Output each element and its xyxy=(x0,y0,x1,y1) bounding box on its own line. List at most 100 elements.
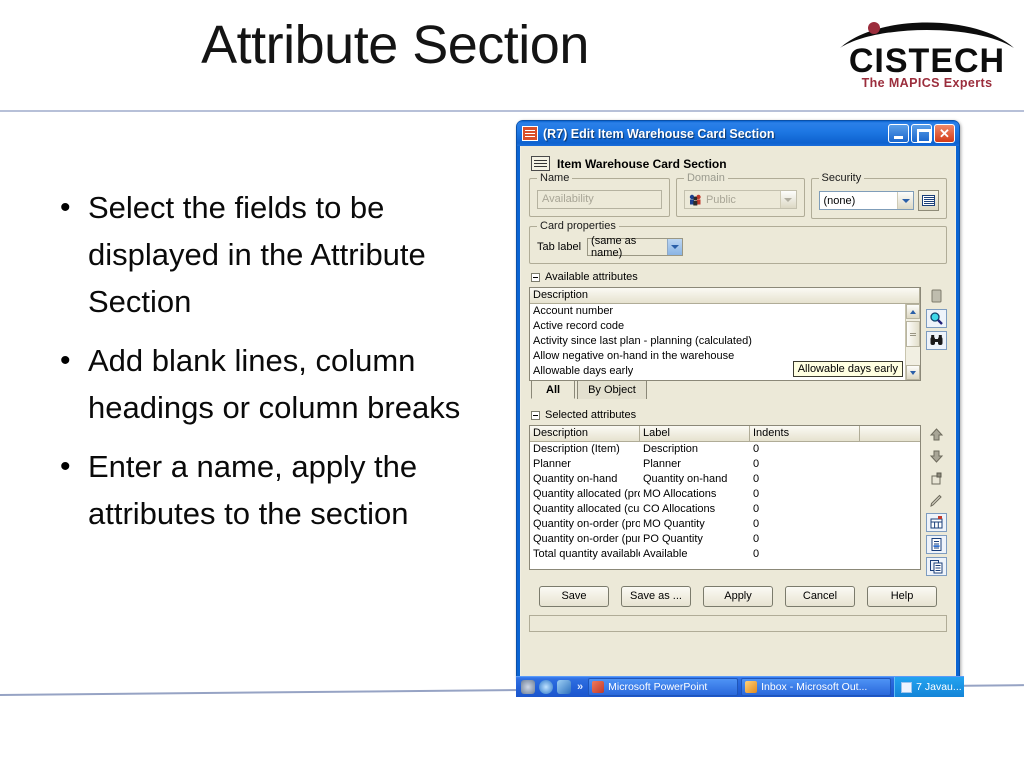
tab-label-row: Tab label (same as name) xyxy=(537,235,939,259)
selected-attributes-panel: Description Label Indents Description (I… xyxy=(529,425,947,576)
list-item[interactable]: Alpha factor xyxy=(530,379,920,381)
taskbar-item-powerpoint[interactable]: Microsoft PowerPoint xyxy=(588,678,739,696)
cistech-logo: CISTECH The MAPICS Experts xyxy=(832,8,1022,92)
cell-label: Available xyxy=(643,548,688,560)
tab-by-object[interactable]: By Object xyxy=(577,380,647,399)
maximize-button[interactable] xyxy=(911,124,932,143)
available-attributes-section-toggle[interactable]: Available attributes xyxy=(531,271,947,283)
insert-blank-line-icon[interactable] xyxy=(926,535,947,554)
cancel-button[interactable]: Cancel xyxy=(785,586,855,607)
available-attributes-listbox[interactable]: Description Account number Active record… xyxy=(529,287,921,381)
minimize-button[interactable] xyxy=(888,124,909,143)
tab-label-combo[interactable]: (same as name) xyxy=(587,235,684,259)
table-row[interactable]: Planner Planner 0 xyxy=(530,457,920,472)
scroll-thumb[interactable] xyxy=(906,321,920,347)
system-tray[interactable]: 7 Javau... xyxy=(894,677,964,697)
cell-indents: 0 xyxy=(753,503,760,515)
dialog-body: Item Warehouse Card Section Name Availab… xyxy=(520,146,956,680)
table-row[interactable]: Quantity allocated (produ... MO Allocati… xyxy=(530,487,920,502)
cell-description: Account number xyxy=(533,305,614,317)
selected-attributes-section-toggle[interactable]: Selected attributes xyxy=(531,409,947,421)
help-button[interactable]: Help xyxy=(867,586,937,607)
move-up-icon[interactable] xyxy=(926,425,947,444)
scroll-down-button[interactable] xyxy=(906,365,920,380)
selected-attributes-listbox[interactable]: Description Label Indents Description (I… xyxy=(529,425,921,570)
available-list-scrollbar[interactable] xyxy=(905,304,920,380)
cell-label: MO Allocations xyxy=(643,488,717,500)
edit-card-section-dialog: (R7) Edit Item Warehouse Card Section It… xyxy=(516,120,960,680)
card-properties-group: Card properties Tab label (same as name) xyxy=(529,220,947,264)
cell-description: Quantity on-hand xyxy=(533,473,618,485)
table-row[interactable]: Quantity on-order (purcha... PO Quantity… xyxy=(530,532,920,547)
security-details-button[interactable] xyxy=(918,190,940,211)
list-item[interactable]: Active record code xyxy=(530,319,920,334)
tray-label: 7 Javau... xyxy=(916,681,962,693)
show-desktop-icon[interactable] xyxy=(521,680,535,694)
tray-icon[interactable] xyxy=(901,681,913,693)
security-group: Security (none) xyxy=(810,172,948,219)
chevron-down-icon[interactable] xyxy=(667,239,683,255)
available-attributes-tabs: All By Object xyxy=(531,380,947,399)
move-down-icon[interactable] xyxy=(926,447,947,466)
domain-combo[interactable]: Public xyxy=(683,190,797,209)
column-header-indents[interactable]: Indents xyxy=(750,426,860,441)
taskbar-item-outlook[interactable]: Inbox - Microsoft Out... xyxy=(741,678,892,696)
list-item[interactable]: Activity since last plan - planning (cal… xyxy=(530,334,920,349)
bullet-marker: • xyxy=(60,191,71,224)
table-row[interactable]: Description (Item) Description 0 xyxy=(530,442,920,457)
dialog-titlebar[interactable]: (R7) Edit Item Warehouse Card Section xyxy=(517,121,959,146)
save-as-button[interactable]: Save as ... xyxy=(621,586,691,607)
media-player-icon[interactable] xyxy=(557,680,571,694)
internet-explorer-icon[interactable] xyxy=(539,680,553,694)
search-icon[interactable] xyxy=(926,309,947,328)
page-icon[interactable] xyxy=(926,287,947,306)
apply-button[interactable]: Apply xyxy=(703,586,773,607)
collapse-icon xyxy=(531,410,540,420)
chevron-down-icon[interactable] xyxy=(897,192,914,209)
close-button[interactable] xyxy=(934,124,955,143)
cell-label: Description xyxy=(643,443,699,455)
selected-list-rows: Description (Item) Description 0 Planner… xyxy=(530,442,920,562)
logo-graphic: CISTECH The MAPICS Experts xyxy=(840,22,1014,90)
powerpoint-icon xyxy=(592,681,605,693)
column-header-description[interactable]: Description xyxy=(530,288,920,303)
security-combo[interactable]: (none) xyxy=(818,191,915,210)
binoculars-icon[interactable] xyxy=(926,331,947,350)
cell-label: MO Quantity xyxy=(643,518,705,530)
cell-description: Quantity on-order (purcha... xyxy=(533,533,640,545)
delete-icon[interactable] xyxy=(926,469,947,488)
list-details-icon xyxy=(922,195,936,206)
dialog-button-row: Save Save as ... Apply Cancel Help xyxy=(529,586,947,607)
scroll-up-button[interactable] xyxy=(906,304,920,319)
insert-column-break-icon[interactable] xyxy=(926,513,947,532)
cell-description: Description (Item) xyxy=(533,443,620,455)
domain-legend: Domain xyxy=(683,172,728,184)
cell-indents: 0 xyxy=(753,443,760,455)
quick-launch-bar: » xyxy=(516,680,588,694)
save-button[interactable]: Save xyxy=(539,586,609,607)
collapse-icon xyxy=(531,272,540,282)
name-input[interactable]: Availability xyxy=(537,190,662,209)
table-row[interactable]: Quantity on-order (product... MO Quantit… xyxy=(530,517,920,532)
cell-label: Quantity on-hand xyxy=(643,473,728,485)
edit-icon[interactable] xyxy=(926,491,947,510)
table-row[interactable]: Quantity on-hand Quantity on-hand 0 xyxy=(530,472,920,487)
bullet-text: Select the fields to be displayed in the… xyxy=(88,190,426,319)
table-row[interactable]: Quantity allocated (custo... CO Allocati… xyxy=(530,502,920,517)
quick-launch-overflow-icon[interactable]: » xyxy=(577,681,583,693)
tab-all[interactable]: All xyxy=(531,380,576,399)
list-item[interactable]: Account number xyxy=(530,304,920,319)
column-header-label[interactable]: Label xyxy=(640,426,750,441)
copy-icon[interactable] xyxy=(926,557,947,576)
table-row[interactable]: Total quantity available - ... Available… xyxy=(530,547,920,562)
security-legend: Security xyxy=(818,172,865,184)
page-title: Attribute Section xyxy=(201,15,589,75)
column-header-description[interactable]: Description xyxy=(530,426,640,441)
domain-value: Public xyxy=(705,193,736,206)
chevron-down-icon[interactable] xyxy=(779,191,796,208)
public-group-icon xyxy=(689,194,702,206)
cell-description: Total quantity available - ... xyxy=(533,548,640,560)
name-legend: Name xyxy=(537,172,573,184)
taskbar-item-label: Inbox - Microsoft Out... xyxy=(761,681,868,693)
list-item: • Select the fields to be displayed in t… xyxy=(52,184,507,325)
